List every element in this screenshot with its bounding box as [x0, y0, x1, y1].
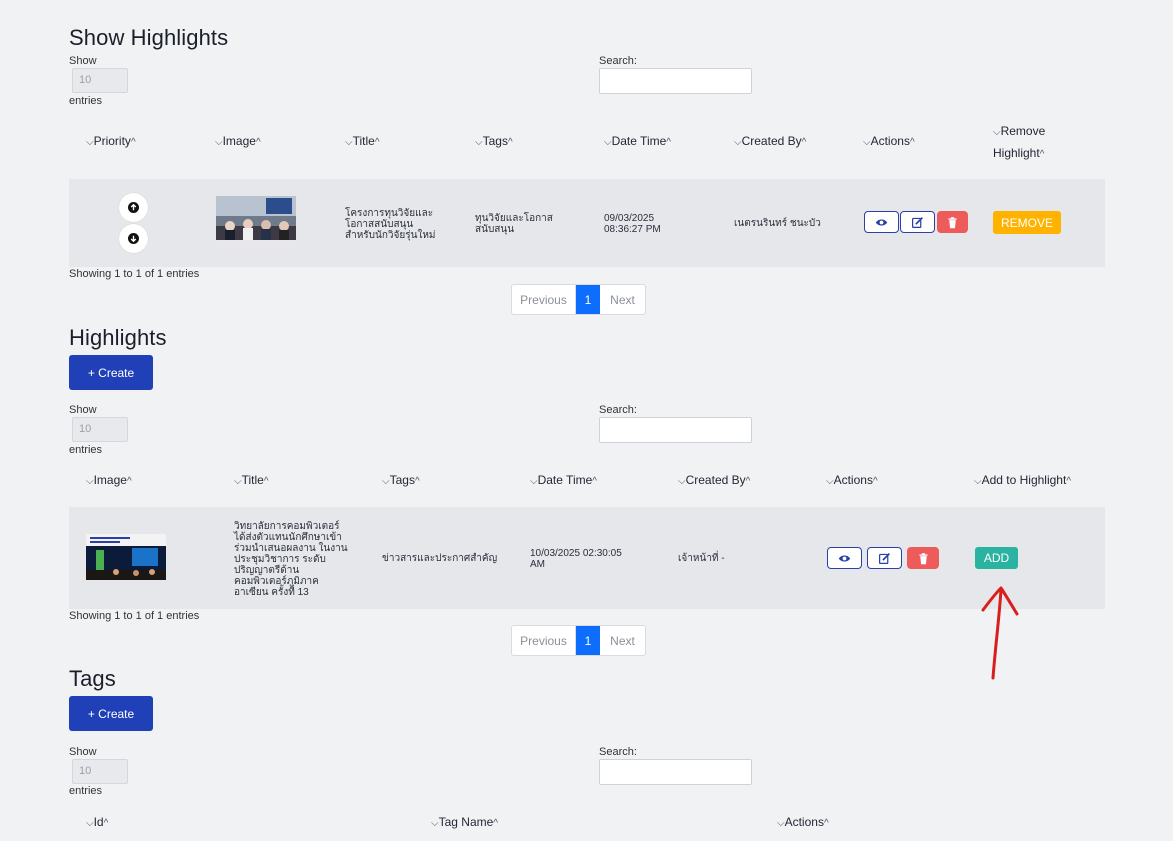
tags-title: Tags [69, 666, 116, 691]
search-label: Search: [599, 404, 637, 416]
add-to-highlight-button[interactable]: ADD [975, 547, 1018, 569]
edit-button[interactable] [867, 547, 902, 569]
arrow-up-icon [128, 202, 139, 213]
eye-icon [838, 554, 851, 562]
pagination-previous[interactable]: Previous [512, 626, 576, 655]
search-input[interactable] [599, 68, 752, 94]
show-highlights-title: Show Highlights [69, 25, 229, 50]
length-label-bottom: entries [69, 785, 103, 797]
row-datetime: 10/03/2025 02:30:05 AM [530, 548, 622, 570]
highlight-thumbnail [86, 534, 166, 580]
search-input[interactable] [599, 759, 752, 785]
eye-icon [875, 218, 888, 226]
edit-icon [912, 216, 923, 228]
tags-section: Tags + Create Show 10 entries Search: ⌵I… [69, 660, 1105, 841]
col-id[interactable]: ⌵Id^ [86, 812, 108, 834]
length-label-top: Show [69, 55, 97, 67]
col-tags[interactable]: ⌵Tags^ [475, 131, 513, 153]
table-info: Showing 1 to 1 of 1 entries [69, 610, 200, 622]
show-highlights-section: Show Highlights Show 10 entries Search: … [69, 0, 1105, 320]
priority-down-button[interactable] [119, 224, 148, 253]
col-actions[interactable]: ⌵Actions^ [863, 131, 915, 153]
row-tags: ทุนวิจัยและโอกาส สนับสนุน [475, 213, 553, 235]
length-select[interactable]: 10 [72, 68, 128, 93]
pagination-page-1[interactable]: 1 [576, 626, 600, 655]
row-created-by: เจ้าหน้าที่ - [678, 553, 725, 564]
pagination: Previous 1 Next [511, 625, 646, 656]
delete-button[interactable] [937, 211, 968, 233]
row-title: วิทยาลัยการคอมพิวเตอร์ ได้ส่งตัวแทนนักศึ… [234, 521, 348, 598]
pagination-previous[interactable]: Previous [512, 285, 576, 314]
col-actions[interactable]: ⌵Actions^ [777, 812, 829, 834]
col-image[interactable]: ⌵Image^ [215, 131, 261, 153]
col-created-by[interactable]: ⌵Created By^ [734, 131, 806, 153]
length-select[interactable]: 10 [72, 417, 128, 442]
row-created-by: เนตรนรินทร์ ชนะบัว [734, 218, 821, 229]
col-tags[interactable]: ⌵Tags^ [382, 470, 420, 492]
highlight-thumbnail [216, 196, 296, 250]
view-button[interactable] [827, 547, 862, 569]
col-actions[interactable]: ⌵Actions^ [826, 470, 878, 492]
edit-icon [879, 552, 890, 564]
create-tag-button[interactable]: + Create [69, 696, 153, 731]
col-tag-name[interactable]: ⌵Tag Name^ [431, 812, 498, 834]
trash-icon [918, 552, 928, 564]
pagination-page-1[interactable]: 1 [576, 285, 600, 314]
col-datetime[interactable]: ⌵Date Time^ [530, 470, 597, 492]
col-image[interactable]: ⌵Image^ [86, 470, 132, 492]
length-label-bottom: entries [69, 95, 103, 107]
row-tags: ข่าวสารและประกาศสำคัญ [382, 553, 498, 564]
length-select[interactable]: 10 [72, 759, 128, 784]
highlights-section: Highlights + Create Show 10 entries Sear… [69, 320, 1105, 660]
col-remove-highlight[interactable]: ⌵Remove Highlight^ [993, 121, 1045, 165]
col-priority[interactable]: ⌵Priority^ [86, 131, 136, 153]
pagination-next[interactable]: Next [600, 626, 645, 655]
search-label: Search: [599, 746, 637, 758]
trash-icon [948, 216, 957, 228]
arrow-down-icon [128, 233, 139, 244]
length-label-top: Show [69, 404, 97, 416]
edit-button[interactable] [900, 211, 935, 233]
view-button[interactable] [864, 211, 899, 233]
col-add-to-highlight[interactable]: ⌵Add to Highlight^ [974, 470, 1071, 492]
search-label: Search: [599, 55, 637, 67]
length-label-bottom: entries [69, 444, 103, 456]
length-label-top: Show [69, 746, 97, 758]
row-title: โครงการทุนวิจัยและ โอกาสสนับสนุน สำหรับน… [345, 208, 436, 241]
create-highlight-button[interactable]: + Create [69, 355, 153, 390]
table-info: Showing 1 to 1 of 1 entries [69, 268, 200, 280]
priority-up-button[interactable] [119, 193, 148, 222]
remove-highlight-button[interactable]: REMOVE [993, 211, 1061, 234]
pagination-next[interactable]: Next [600, 285, 645, 314]
col-title[interactable]: ⌵Title^ [345, 131, 380, 153]
col-title[interactable]: ⌵Title^ [234, 470, 269, 492]
col-datetime[interactable]: ⌵Date Time^ [604, 131, 671, 153]
col-created-by[interactable]: ⌵Created By^ [678, 470, 750, 492]
pagination: Previous 1 Next [511, 284, 646, 315]
highlights-title: Highlights [69, 325, 167, 350]
row-datetime: 09/03/2025 08:36:27 PM [604, 213, 661, 235]
delete-button[interactable] [907, 547, 939, 569]
search-input[interactable] [599, 417, 752, 443]
